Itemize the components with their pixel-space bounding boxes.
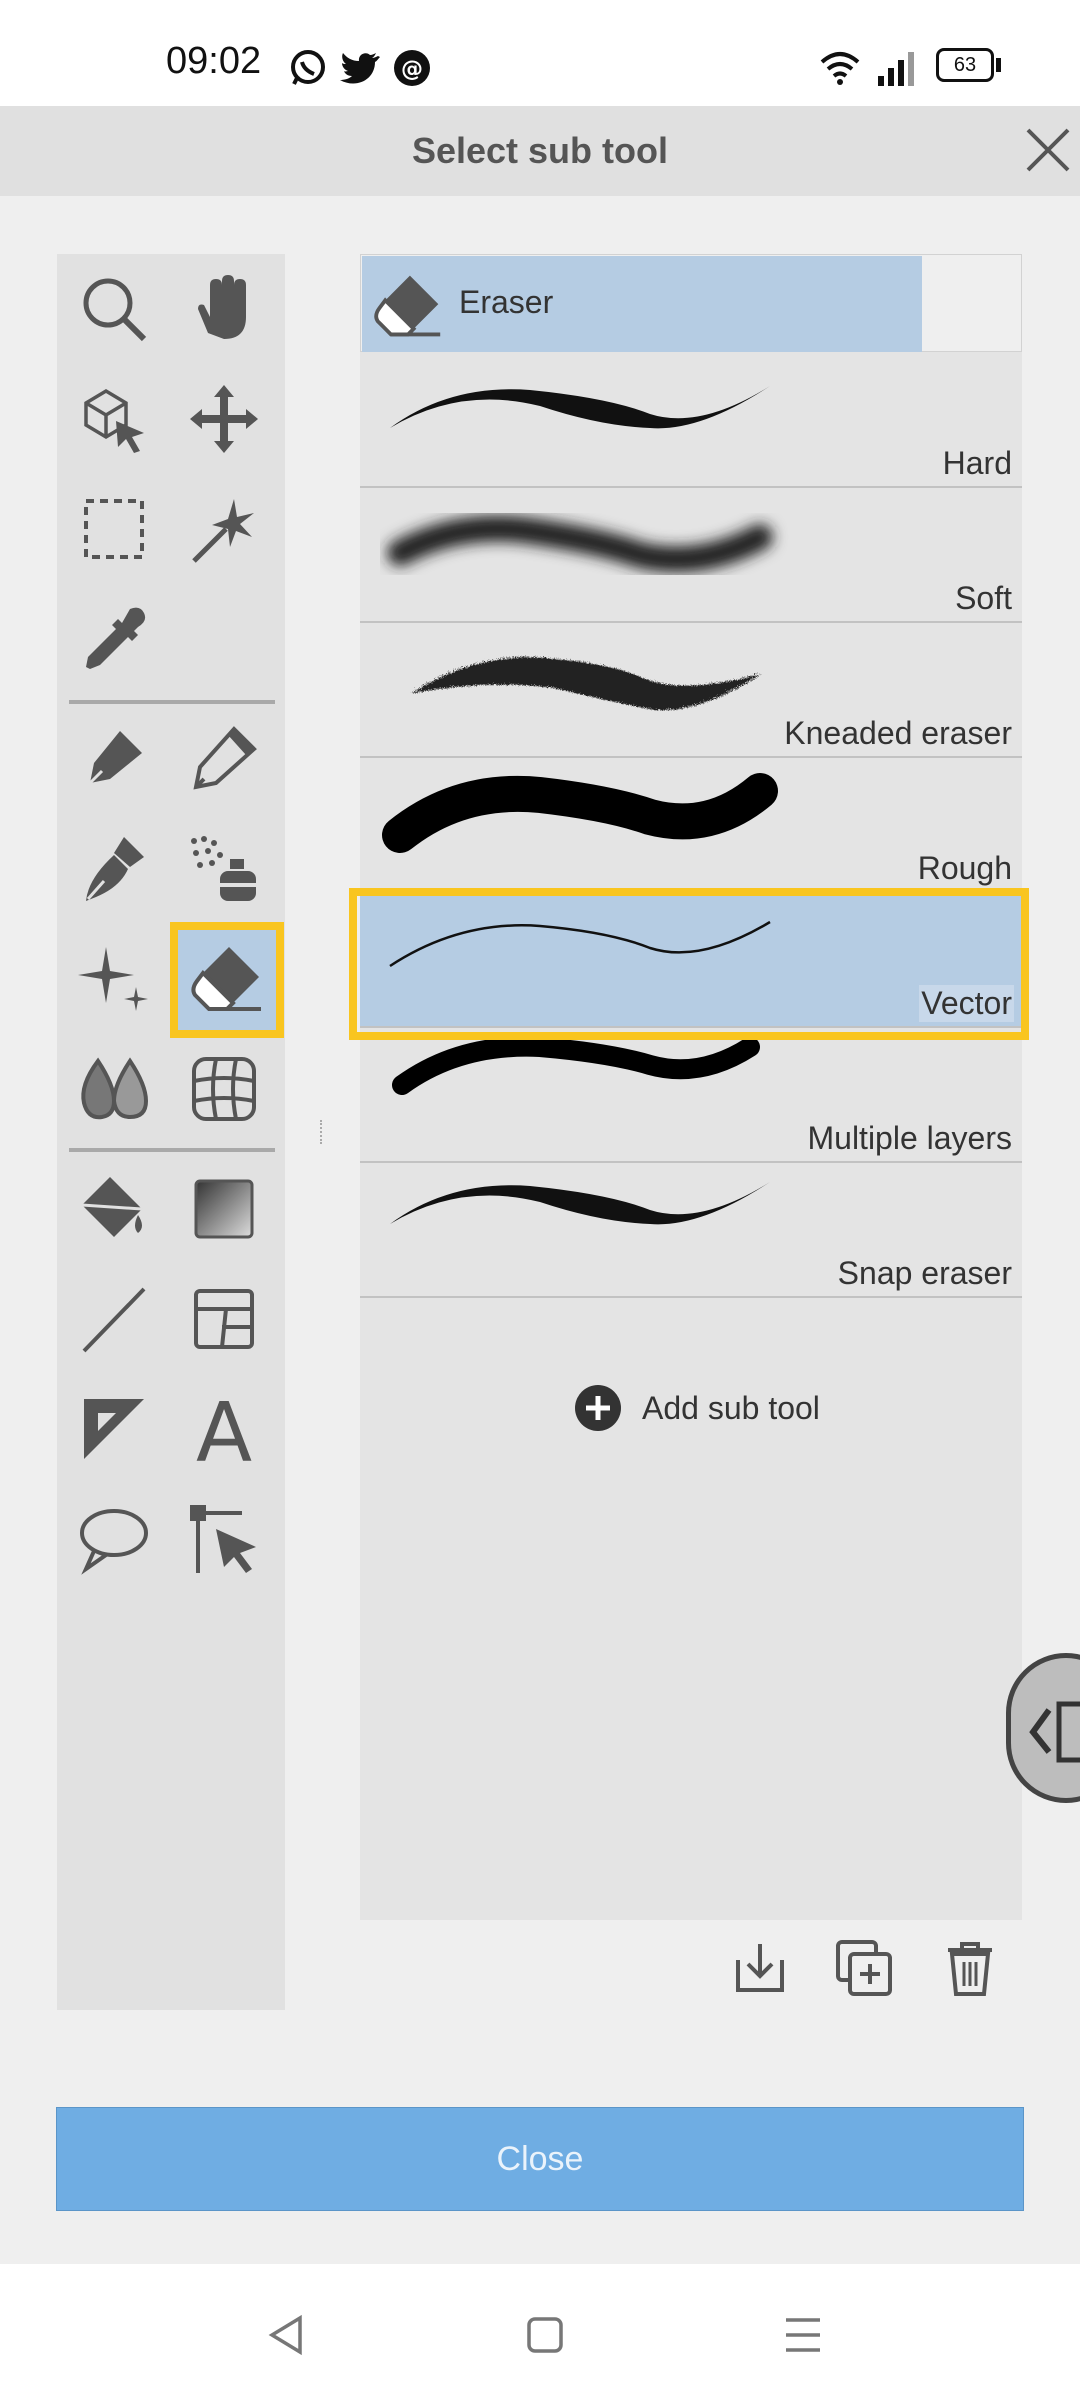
pencil-icon[interactable] <box>179 714 269 804</box>
close-icon[interactable] <box>1018 120 1078 180</box>
airbrush-icon[interactable] <box>179 824 269 914</box>
add-sub-tool-button[interactable]: Add sub tool <box>574 1380 820 1436</box>
chevron-left-icon <box>1029 1701 1080 1763</box>
mesh-icon[interactable] <box>179 1044 269 1134</box>
wifi-icon <box>820 52 860 85</box>
sub-tool-group-label: Eraser <box>459 284 554 320</box>
dialog-header: Select sub tool <box>0 106 1080 196</box>
sub-tool-label: Multiple layers <box>807 1120 1012 1156</box>
object-icon[interactable] <box>69 374 159 464</box>
dialog-title: Select sub tool <box>411 130 669 171</box>
sub-tool-label: Rough <box>917 850 1012 886</box>
whatsapp-icon <box>291 50 325 85</box>
duplicate-icon[interactable] <box>834 1938 894 1998</box>
twitter-icon <box>340 53 380 84</box>
trash-icon[interactable] <box>940 1938 1000 1998</box>
sub-tool-item[interactable]: Soft <box>360 489 1022 623</box>
pen-icon[interactable] <box>69 714 159 804</box>
zoom-icon[interactable] <box>69 264 159 354</box>
eyedropper-icon[interactable] <box>69 594 159 684</box>
threads-icon: @ <box>394 50 430 86</box>
fill-icon[interactable] <box>69 1164 159 1254</box>
sub-tool-label: Hard <box>942 445 1012 481</box>
ruler-icon[interactable] <box>69 1384 159 1474</box>
correct-line-icon[interactable] <box>179 1494 269 1584</box>
home-icon[interactable] <box>520 2310 570 2360</box>
frame-icon[interactable] <box>179 1274 269 1364</box>
stroke-preview <box>382 773 778 853</box>
auto-select-icon[interactable] <box>179 484 269 574</box>
import-icon[interactable] <box>730 1938 790 1998</box>
balloon-icon[interactable] <box>69 1494 159 1584</box>
gradient-icon[interactable] <box>179 1164 269 1254</box>
signal-icon <box>878 52 914 86</box>
sub-tool-highlight <box>349 888 1029 1040</box>
blend-icon[interactable] <box>69 1044 159 1134</box>
stroke-preview <box>390 386 770 429</box>
stroke-preview <box>390 1182 770 1225</box>
brush-icon[interactable] <box>69 824 159 914</box>
sub-tool-item[interactable]: Multiple layers <box>360 1029 1022 1163</box>
sub-tool-item[interactable]: Snap eraser <box>360 1164 1022 1298</box>
close-button[interactable]: Close <box>56 2107 1024 2211</box>
stroke-preview <box>392 1037 760 1095</box>
sub-tool-item[interactable]: Hard <box>360 354 1022 488</box>
svg-text:@: @ <box>401 57 423 82</box>
rect-select-icon[interactable] <box>69 484 159 574</box>
battery-tip <box>996 58 1001 72</box>
line-icon[interactable] <box>69 1274 159 1364</box>
decoration-icon[interactable] <box>69 934 159 1024</box>
move-icon[interactable] <box>179 374 269 464</box>
eraser-icon <box>374 275 441 337</box>
add-sub-tool-label: Add sub tool <box>642 1389 820 1426</box>
sub-tool-label: Snap eraser <box>837 1255 1012 1291</box>
sub-tool-group-selected[interactable] <box>362 256 922 352</box>
battery-icon: 63 <box>936 48 994 82</box>
text-icon[interactable]: A <box>179 1384 269 1474</box>
tool-highlight <box>170 922 284 1038</box>
panel-divider[interactable] <box>320 1120 324 1144</box>
add-circle-icon <box>575 1385 621 1431</box>
status-bar: 09:02 @ 63 <box>0 0 1080 106</box>
stroke-preview <box>410 655 760 709</box>
sub-tool-item[interactable]: Rough <box>360 759 1022 893</box>
svg-text:A: A <box>196 1391 252 1467</box>
tool-separator <box>69 1148 275 1152</box>
sub-tool-label: Soft <box>955 580 1012 616</box>
status-time: 09:02 <box>166 40 262 82</box>
stroke-preview <box>387 515 773 573</box>
sub-tool-label: Kneaded eraser <box>784 715 1012 751</box>
menu-icon[interactable] <box>778 2310 828 2360</box>
tool-separator <box>69 700 275 704</box>
hand-icon[interactable] <box>179 264 269 354</box>
sub-tool-item[interactable]: Kneaded eraser <box>360 624 1022 758</box>
back-icon[interactable] <box>262 2310 312 2360</box>
